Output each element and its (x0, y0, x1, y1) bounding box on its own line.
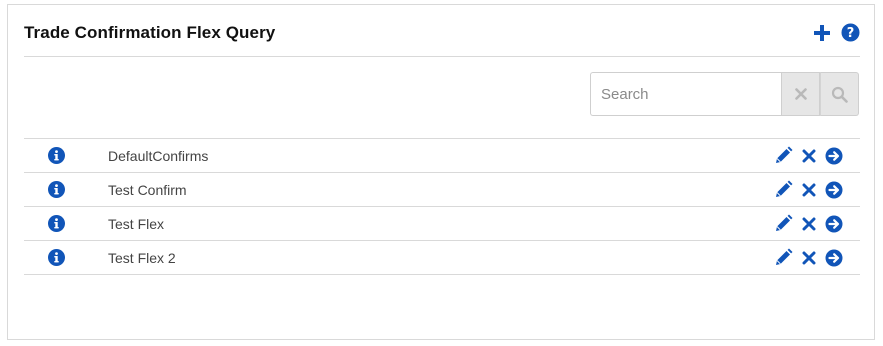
arrow-circle-right-icon (825, 249, 842, 266)
info-button[interactable] (48, 147, 65, 164)
add-query-button[interactable] (812, 23, 831, 42)
pencil-icon (776, 214, 793, 231)
run-button[interactable] (824, 180, 843, 199)
run-button[interactable] (824, 248, 843, 267)
pencil-icon (776, 146, 793, 163)
row-actions (774, 146, 843, 165)
row-actions (774, 214, 843, 233)
run-button[interactable] (824, 146, 843, 165)
info-circle-icon (48, 215, 65, 232)
query-name[interactable]: DefaultConfirms (108, 148, 208, 164)
edit-button[interactable] (774, 248, 793, 267)
edit-button[interactable] (774, 180, 793, 199)
info-circle-icon (48, 147, 65, 164)
info-circle-icon (48, 249, 65, 266)
panel-title: Trade Confirmation Flex Query (24, 23, 276, 42)
close-icon (802, 217, 815, 230)
info-button[interactable] (48, 181, 65, 198)
info-circle-icon (48, 181, 65, 198)
delete-button[interactable] (799, 146, 818, 165)
edit-button[interactable] (774, 146, 793, 165)
close-icon (794, 88, 807, 100)
magnifier-icon (831, 86, 848, 103)
header-actions: ? (812, 23, 860, 42)
pencil-icon (776, 248, 793, 265)
arrow-circle-right-icon (825, 215, 842, 232)
panel-header: Trade Confirmation Flex Query ? (24, 5, 860, 57)
delete-button[interactable] (799, 214, 818, 233)
delete-button[interactable] (799, 248, 818, 267)
question-circle-icon: ? (841, 23, 860, 42)
clear-search-button[interactable] (781, 72, 820, 116)
query-name[interactable]: Test Confirm (108, 182, 187, 198)
info-button[interactable] (48, 249, 65, 266)
search-button[interactable] (820, 72, 859, 116)
list-item: Test Confirm (24, 173, 860, 207)
plus-icon (813, 24, 830, 41)
close-icon (802, 183, 815, 196)
list-item: Test Flex (24, 207, 860, 241)
arrow-circle-right-icon (825, 181, 842, 198)
flex-query-panel: Trade Confirmation Flex Query ? Search D… (7, 4, 875, 340)
pencil-icon (776, 180, 793, 197)
arrow-circle-right-icon (825, 147, 842, 164)
delete-button[interactable] (799, 180, 818, 199)
row-actions (774, 248, 843, 267)
edit-button[interactable] (774, 214, 793, 233)
search-input[interactable] (590, 72, 781, 116)
list-item: DefaultConfirms (24, 139, 860, 173)
help-button[interactable]: ? (841, 23, 860, 42)
list-item: Test Flex 2 (24, 241, 860, 275)
search-bar (590, 72, 860, 116)
query-name[interactable]: Test Flex (108, 216, 164, 232)
svg-text:?: ? (847, 26, 855, 41)
query-list: DefaultConfirms Test Confirm Test Flex T… (24, 138, 860, 275)
info-button[interactable] (48, 215, 65, 232)
query-name[interactable]: Test Flex 2 (108, 250, 176, 266)
row-actions (774, 180, 843, 199)
run-button[interactable] (824, 214, 843, 233)
close-icon (802, 251, 815, 264)
close-icon (802, 149, 815, 162)
